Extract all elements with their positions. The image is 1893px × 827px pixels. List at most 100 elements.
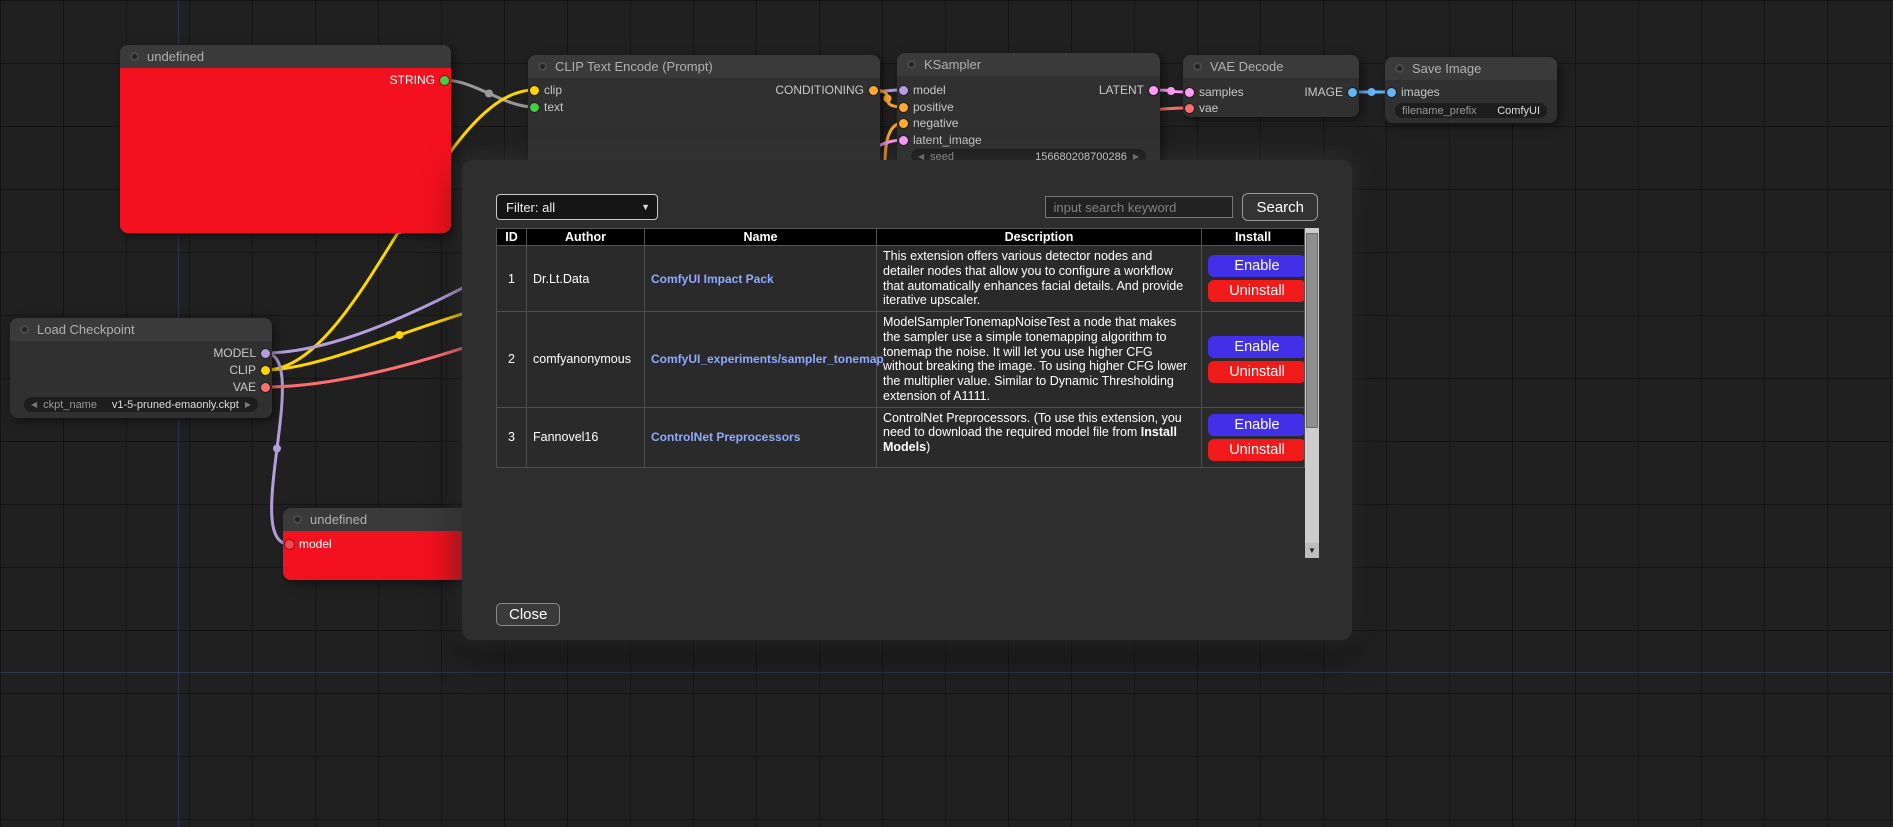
extension-link[interactable]: ComfyUI_experiments/sampler_tonemap xyxy=(651,352,884,366)
node-title: Load Checkpoint xyxy=(37,322,135,337)
node-save-image[interactable]: Save Image images filename_prefix ComfyU… xyxy=(1385,57,1557,123)
search-group: Search xyxy=(1045,193,1318,221)
node-title-bar[interactable]: Save Image xyxy=(1385,57,1557,80)
output-dot[interactable] xyxy=(1348,88,1357,97)
enable-button[interactable]: Enable xyxy=(1208,255,1306,277)
extension-link[interactable]: ControlNet Preprocessors xyxy=(651,430,800,444)
input-dot[interactable] xyxy=(899,103,908,112)
link-midpoint-dot xyxy=(1167,87,1175,95)
output-dot[interactable] xyxy=(869,86,878,95)
header-description: Description xyxy=(877,229,1202,246)
collapse-dot-icon[interactable] xyxy=(538,62,547,71)
input-slot-positive: positive xyxy=(897,99,1160,115)
collapse-dot-icon[interactable] xyxy=(907,60,916,69)
collapse-dot-icon[interactable] xyxy=(1193,62,1202,71)
filter-dropdown[interactable]: Filter: all xyxy=(496,194,658,220)
collapse-dot-icon[interactable] xyxy=(130,52,139,61)
extension-link[interactable]: ComfyUI Impact Pack xyxy=(651,272,774,286)
cell-description: ModelSamplerTonemapNoiseTest a node that… xyxy=(877,312,1202,408)
node-body-error: model xyxy=(283,531,478,580)
input-dot[interactable] xyxy=(1387,88,1396,97)
input-dot[interactable] xyxy=(530,103,539,112)
previous-arrow-icon[interactable]: ◀ xyxy=(31,401,37,409)
slot-label: positive xyxy=(913,100,954,114)
node-title-bar[interactable]: Load Checkpoint xyxy=(10,318,272,341)
filter-dropdown-wrap: Filter: all ▼ xyxy=(496,194,658,220)
header-name: Name xyxy=(645,229,877,246)
table-header-row: ID Author Name Description Install xyxy=(497,229,1305,246)
node-title-bar[interactable]: undefined xyxy=(283,508,478,531)
node-canvas[interactable]: undefined STRING CLIP Text Encode (Promp… xyxy=(0,0,1893,827)
slot-label: CLIP xyxy=(229,363,256,377)
search-button[interactable]: Search xyxy=(1242,193,1318,221)
widget-label: ckpt_name xyxy=(43,399,97,411)
node-title-bar[interactable]: VAE Decode xyxy=(1183,55,1359,78)
node-title-bar[interactable]: KSampler xyxy=(897,53,1160,76)
close-button[interactable]: Close xyxy=(496,603,560,626)
cell-author: Dr.Lt.Data xyxy=(527,246,645,312)
node-body: MODEL CLIP VAE ◀ ckpt_name v1-5-pruned-e… xyxy=(10,341,272,418)
input-slot-latent-image: latent_image xyxy=(897,132,1160,148)
collapse-dot-icon[interactable] xyxy=(293,515,302,524)
node-body: samples vae IMAGE xyxy=(1183,78,1359,117)
table-scrollbar[interactable]: ▼ xyxy=(1305,228,1319,558)
cell-id: 1 xyxy=(497,246,527,312)
extensions-table-zone: ID Author Name Description Install 1 Dr.… xyxy=(496,228,1318,558)
cell-author: comfyanonymous xyxy=(527,312,645,408)
slot-label: negative xyxy=(913,116,958,130)
cell-install: Enable Uninstall xyxy=(1202,407,1305,467)
uninstall-button[interactable]: Uninstall xyxy=(1208,439,1306,461)
input-slot-images: images xyxy=(1385,84,1557,100)
search-input[interactable] xyxy=(1045,196,1233,218)
output-dot[interactable] xyxy=(440,76,449,85)
link-midpoint-dot xyxy=(884,95,892,103)
enable-button[interactable]: Enable xyxy=(1208,414,1306,436)
cell-id: 2 xyxy=(497,312,527,408)
input-dot[interactable] xyxy=(1185,104,1194,113)
node-load-checkpoint[interactable]: Load Checkpoint MODEL CLIP VAE ◀ ckpt_na… xyxy=(10,318,272,418)
slot-label: vae xyxy=(1199,101,1218,115)
uninstall-button[interactable]: Uninstall xyxy=(1208,280,1306,302)
table-row: 3 Fannovel16 ControlNet Preprocessors Co… xyxy=(497,407,1305,467)
description-text: ModelSamplerTonemapNoiseTest a node that… xyxy=(883,315,1187,403)
node-title: KSampler xyxy=(924,57,981,72)
node-undefined-bottom[interactable]: undefined model xyxy=(283,508,478,580)
node-undefined-top[interactable]: undefined STRING xyxy=(120,45,451,233)
link-midpoint-dot xyxy=(1368,88,1376,96)
collapse-dot-icon[interactable] xyxy=(20,325,29,334)
slot-label: MODEL xyxy=(213,346,256,360)
header-id: ID xyxy=(497,229,527,246)
node-title: undefined xyxy=(310,512,367,527)
output-slot-latent: LATENT xyxy=(897,82,1160,98)
scrollbar-thumb[interactable] xyxy=(1306,233,1318,428)
node-body-error: STRING xyxy=(120,68,451,233)
input-dot[interactable] xyxy=(285,540,294,549)
collapse-dot-icon[interactable] xyxy=(1395,64,1404,73)
ckpt-name-widget[interactable]: ◀ ckpt_name v1-5-pruned-emaonly.ckpt ▶ xyxy=(24,397,258,412)
node-vae-decode[interactable]: VAE Decode samples vae IMAGE xyxy=(1183,55,1359,117)
input-slot-negative: negative xyxy=(897,115,1160,131)
input-dot[interactable] xyxy=(899,136,908,145)
enable-button[interactable]: Enable xyxy=(1208,336,1306,358)
filename-prefix-widget[interactable]: filename_prefix ComfyUI xyxy=(1395,103,1547,118)
node-body: images filename_prefix ComfyUI xyxy=(1385,80,1557,123)
node-title-bar[interactable]: CLIP Text Encode (Prompt) xyxy=(528,55,880,78)
header-author: Author xyxy=(527,229,645,246)
next-arrow-icon[interactable]: ▶ xyxy=(245,401,251,409)
output-dot[interactable] xyxy=(1149,86,1158,95)
node-title-bar[interactable]: undefined xyxy=(120,45,451,68)
output-dot[interactable] xyxy=(261,366,270,375)
output-slot-string: STRING xyxy=(120,72,451,88)
node-title: Save Image xyxy=(1412,61,1481,76)
description-text: This extension offers various detector n… xyxy=(883,249,1183,307)
node-title: VAE Decode xyxy=(1210,59,1283,74)
output-dot[interactable] xyxy=(261,349,270,358)
slot-label: VAE xyxy=(233,380,256,394)
uninstall-button[interactable]: Uninstall xyxy=(1208,361,1306,383)
slot-label: latent_image xyxy=(913,133,982,147)
slot-label: STRING xyxy=(390,73,435,87)
input-dot[interactable] xyxy=(899,119,908,128)
output-dot[interactable] xyxy=(261,383,270,392)
description-text: ) xyxy=(926,440,930,454)
scroll-down-arrow[interactable]: ▼ xyxy=(1305,543,1319,558)
